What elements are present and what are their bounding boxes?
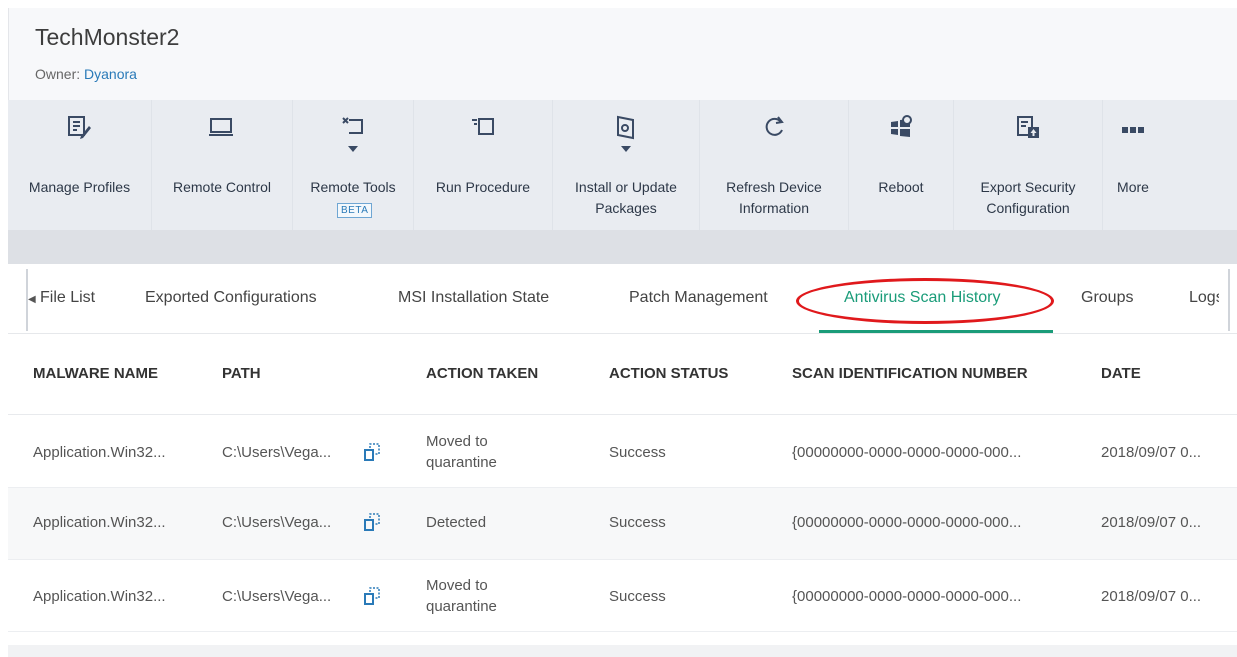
tab-file-list[interactable]: File List <box>40 289 95 307</box>
copy-path-icon[interactable] <box>364 513 380 531</box>
beta-badge: BETA <box>337 203 373 218</box>
tab-exported-configurations[interactable]: Exported Configurations <box>145 289 317 307</box>
scan-id-cell: {00000000-0000-0000-0000-000... <box>792 444 1022 461</box>
copy-path-icon[interactable] <box>364 443 380 461</box>
action-taken-line2: quarantine <box>426 454 497 471</box>
date-cell: 2018/09/07 0... <box>1101 444 1202 461</box>
refresh-device-label: Refresh Device Information <box>700 177 848 219</box>
run-procedure-button[interactable]: Run Procedure <box>414 100 552 230</box>
action-status-cell: Success <box>609 444 666 461</box>
date-cell: 2018/09/07 0... <box>1101 588 1202 605</box>
action-status-cell: Success <box>609 588 666 605</box>
refresh-device-information-button[interactable]: Refresh Device Information <box>700 100 848 230</box>
tab-msi-installation-state[interactable]: MSI Installation State <box>398 289 549 307</box>
owner-name-link[interactable]: Dyanora <box>84 66 137 82</box>
export-security-label: Export Security Configuration <box>954 177 1102 219</box>
more-dots-icon <box>1122 127 1144 133</box>
more-label: More <box>1117 179 1149 195</box>
owner-line: Owner: Dyanora <box>35 66 137 82</box>
install-label-line1: Install or Update <box>575 179 677 195</box>
refresh-icon <box>765 116 784 136</box>
run-procedure-label: Run Procedure <box>435 179 531 195</box>
column-header-action-taken[interactable]: ACTION TAKEN <box>426 365 538 382</box>
toolbar-spacer <box>8 230 1237 264</box>
tab-groups[interactable]: Groups <box>1081 289 1133 307</box>
remote-tools-button[interactable]: Remote Tools BETA <box>293 100 413 230</box>
path-cell: C:\Users\Vega... <box>222 514 332 531</box>
action-taken-line1: Moved to <box>426 577 488 594</box>
reboot-button[interactable]: Reboot <box>849 100 953 230</box>
install-label-line2: Packages <box>595 200 657 216</box>
date-cell: 2018/09/07 0... <box>1101 514 1202 531</box>
path-cell: C:\Users\Vega... <box>222 588 332 605</box>
chevron-left-icon[interactable]: ◀ <box>28 294 36 305</box>
reboot-label: Reboot <box>878 179 924 195</box>
owner-label: Owner: <box>35 66 81 82</box>
export-label-line2: Configuration <box>986 200 1070 216</box>
tab-patch-management[interactable]: Patch Management <box>629 289 768 307</box>
monitor-icon <box>209 118 233 136</box>
active-tab-indicator <box>819 330 1053 333</box>
export-label-line1: Export Security <box>980 179 1076 195</box>
chevron-down-icon <box>621 146 631 152</box>
action-taken-cell: Detected <box>426 514 487 531</box>
column-header-date[interactable]: DATE <box>1101 365 1141 382</box>
remote-tools-label: Remote Tools <box>310 179 396 195</box>
action-taken-line2: quarantine <box>426 598 497 615</box>
export-security-configuration-button[interactable]: Export Security Configuration <box>954 100 1102 230</box>
tabs-scroll-right[interactable] <box>1221 269 1230 331</box>
reboot-icon <box>891 115 912 137</box>
action-taken-line1: Moved to <box>426 433 488 450</box>
device-name: TechMonster2 <box>35 24 180 50</box>
install-update-packages-label: Install or Update Packages <box>553 177 699 219</box>
remote-control-button[interactable]: Remote Control <box>152 100 292 230</box>
chevron-down-icon <box>348 146 358 152</box>
column-header-scan-id[interactable]: SCAN IDENTIFICATION NUMBER <box>792 365 1028 382</box>
table-row[interactable]: Application.Win32... C:\Users\Vega... De… <box>8 488 1237 560</box>
package-icon <box>617 115 634 140</box>
truncated-table-row <box>8 645 1237 657</box>
tab-antivirus-scan-history[interactable]: Antivirus Scan History <box>844 289 1001 307</box>
malware-name-cell: Application.Win32... <box>33 444 166 461</box>
malware-name-cell: Application.Win32... <box>33 514 166 531</box>
device-tabs: ◀ File List Exported Configurations MSI … <box>8 264 1237 334</box>
action-taken-cell: Moved to quarantine <box>426 431 497 473</box>
remote-control-label: Remote Control <box>172 179 272 195</box>
export-config-icon <box>1017 116 1039 138</box>
manage-profiles-label: Manage Profiles <box>28 179 131 195</box>
device-toolbar: Manage Profiles Remote Control Remote To… <box>8 100 1237 230</box>
refresh-label-line2: Information <box>738 200 810 216</box>
table-header-row: MALWARE NAME PATH ACTION TAKEN ACTION ST… <box>8 335 1237 415</box>
run-procedure-icon <box>472 118 494 135</box>
column-header-malware-name[interactable]: MALWARE NAME <box>33 365 158 382</box>
scan-id-cell: {00000000-0000-0000-0000-000... <box>792 588 1022 605</box>
manage-profiles-icon <box>68 116 91 139</box>
action-taken-cell: Moved to quarantine <box>426 575 497 617</box>
table-row[interactable]: Application.Win32... C:\Users\Vega... Mo… <box>8 560 1237 632</box>
column-header-path[interactable]: PATH <box>222 365 261 382</box>
remote-tools-icon <box>342 117 363 134</box>
install-update-packages-button[interactable]: Install or Update Packages <box>553 100 699 230</box>
device-header: TechMonster2 Owner: Dyanora <box>8 8 1237 100</box>
copy-path-icon[interactable] <box>364 587 380 605</box>
table-row[interactable]: Application.Win32... C:\Users\Vega... Mo… <box>8 416 1237 488</box>
more-button[interactable]: More <box>1103 100 1163 230</box>
scan-id-cell: {00000000-0000-0000-0000-000... <box>792 514 1022 531</box>
refresh-label-line1: Refresh Device <box>726 179 822 195</box>
tab-logs[interactable]: Logs <box>1189 289 1219 307</box>
column-header-action-status[interactable]: ACTION STATUS <box>609 365 728 382</box>
path-cell: C:\Users\Vega... <box>222 444 332 461</box>
manage-profiles-button[interactable]: Manage Profiles <box>8 100 151 230</box>
action-status-cell: Success <box>609 514 666 531</box>
malware-name-cell: Application.Win32... <box>33 588 166 605</box>
